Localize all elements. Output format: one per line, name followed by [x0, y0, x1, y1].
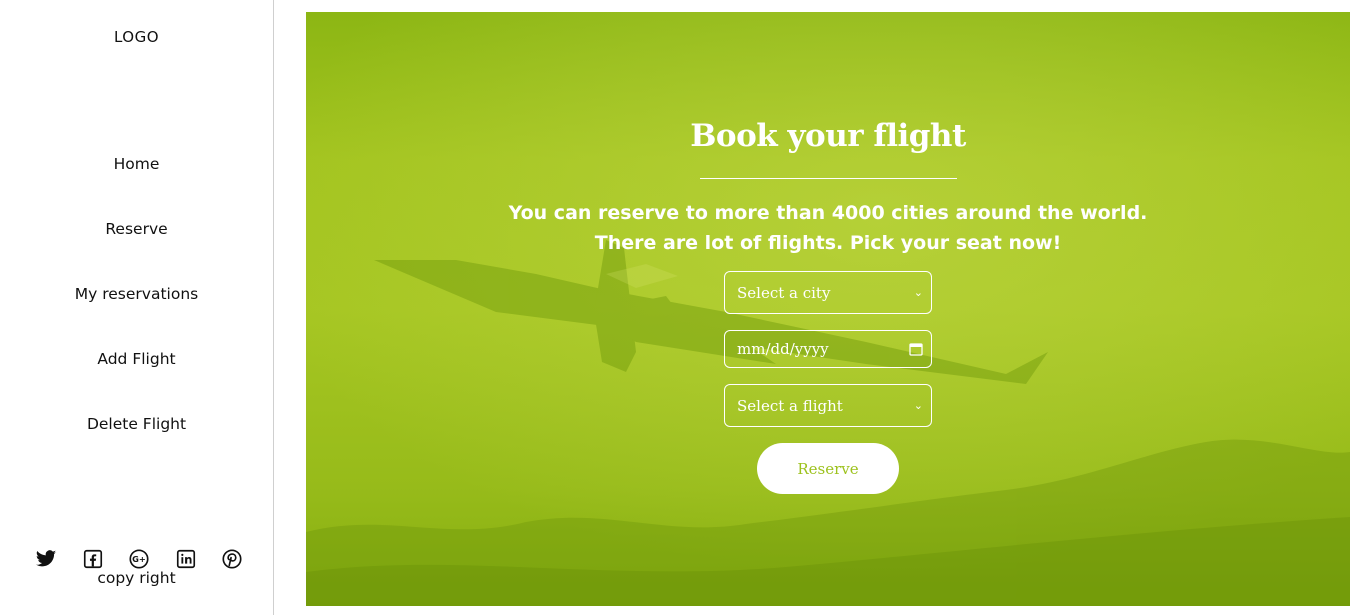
- subtitle-line-1: You can reserve to more than 4000 cities…: [508, 202, 1148, 224]
- city-select-value: Select a city: [737, 283, 831, 302]
- reserve-button[interactable]: Reserve: [757, 443, 899, 494]
- date-input-value: mm/dd/yyyy: [737, 340, 829, 358]
- logo[interactable]: LOGO: [0, 28, 273, 46]
- nav-delete-flight[interactable]: Delete Flight: [0, 412, 273, 477]
- nav-add-flight[interactable]: Add Flight: [0, 347, 273, 412]
- date-input[interactable]: mm/dd/yyyy: [724, 330, 932, 368]
- facebook-icon[interactable]: [81, 547, 105, 571]
- chevron-down-icon: ⌄: [913, 286, 923, 299]
- booking-form: Book your flight You can reserve to more…: [306, 12, 1350, 606]
- linkedin-icon[interactable]: [174, 547, 198, 571]
- page-title: Book your flight: [690, 118, 966, 154]
- city-select[interactable]: Select a city ⌄: [724, 271, 932, 314]
- nav-home[interactable]: Home: [0, 152, 273, 217]
- nav-my-reservations[interactable]: My reservations: [0, 282, 273, 347]
- main-nav: Home Reserve My reservations Add Flight …: [0, 152, 273, 477]
- flight-select[interactable]: Select a flight ⌄: [724, 384, 932, 427]
- calendar-icon[interactable]: [909, 342, 923, 356]
- twitter-icon[interactable]: [34, 547, 58, 571]
- google-plus-icon[interactable]: G+: [127, 547, 151, 571]
- sidebar: LOGO Home Reserve My reservations Add Fl…: [0, 0, 274, 615]
- flight-select-value: Select a flight: [737, 396, 843, 415]
- subtitle-line-2: There are lot of flights. Pick your seat…: [594, 232, 1062, 254]
- svg-text:G+: G+: [132, 554, 146, 564]
- copyright: copy right: [97, 569, 176, 587]
- chevron-down-icon: ⌄: [913, 399, 923, 412]
- pinterest-icon[interactable]: [220, 547, 244, 571]
- hero-banner: Book your flight You can reserve to more…: [306, 12, 1350, 606]
- hero-subtitle: You can reserve to more than 4000 cities…: [306, 198, 1350, 258]
- title-divider: [700, 178, 957, 179]
- nav-reserve[interactable]: Reserve: [0, 217, 273, 282]
